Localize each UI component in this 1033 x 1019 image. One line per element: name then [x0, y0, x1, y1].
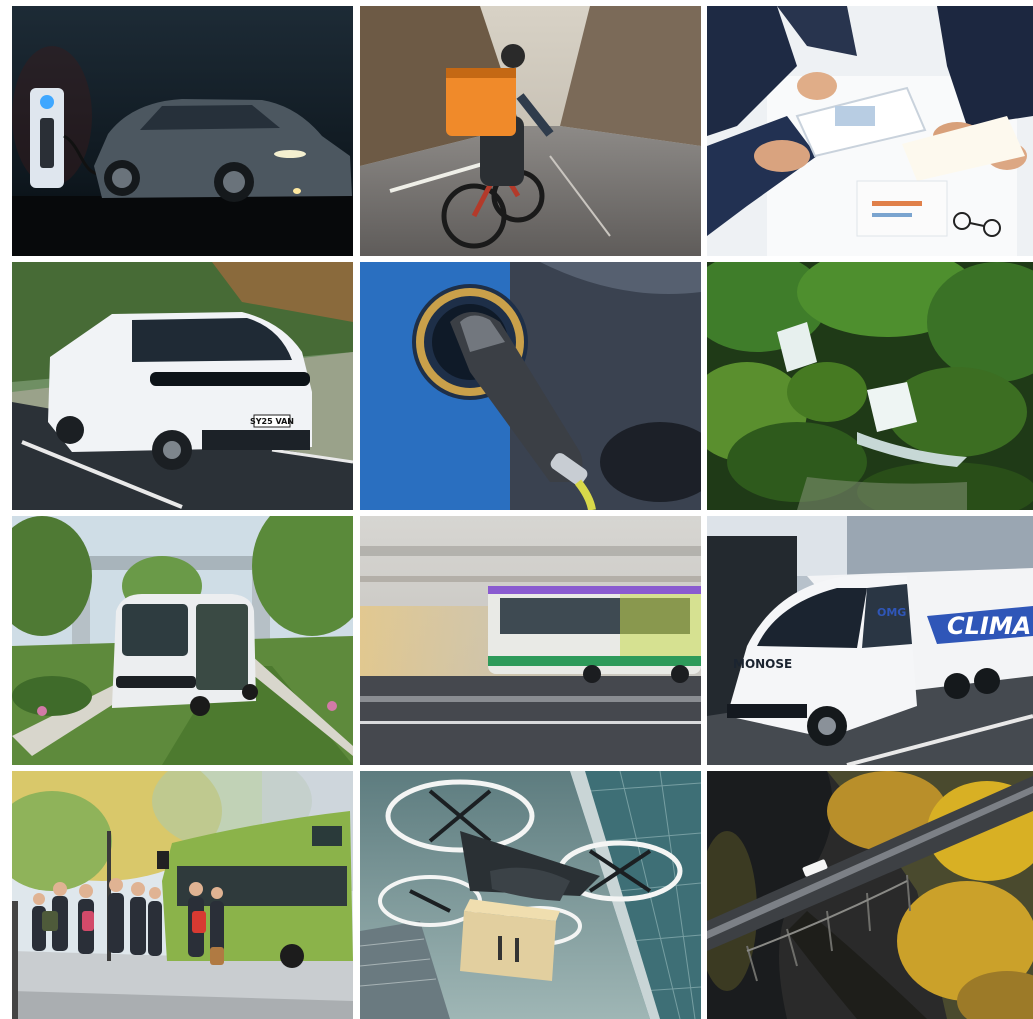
motion-blur-bus-photo	[360, 516, 701, 765]
electric-truck-photo: CLIMA OMG MONOSE	[707, 516, 1033, 765]
image-tile-electric-van: SY25 VAN	[12, 262, 353, 510]
commuters-bus-stop-photo	[12, 771, 353, 1019]
image-tile-motion-blur-bus	[360, 516, 701, 765]
business-meeting-photo	[707, 6, 1033, 256]
electric-van-photo: SY25 VAN	[12, 262, 353, 510]
autonomous-shuttle-photo	[12, 516, 353, 765]
image-tile-aerial-bridge	[707, 771, 1033, 1019]
image-tile-commuters-bus-stop	[12, 771, 353, 1019]
trailer-text: CLIMA	[947, 612, 1031, 640]
image-tile-electric-truck: CLIMA OMG MONOSE	[707, 516, 1033, 765]
image-tile-autonomous-shuttle	[12, 516, 353, 765]
image-tile-ev-charging-sedan	[12, 6, 353, 256]
image-tile-ev-charging-plug	[360, 262, 701, 510]
delivery-drone-photo	[360, 771, 701, 1019]
image-tile-business-meeting	[707, 6, 1033, 256]
image-tile-delivery-drone	[360, 771, 701, 1019]
truck-side-logo: OMG	[877, 606, 906, 619]
van-plate-text: SY25 VAN	[250, 417, 294, 426]
delivery-cyclist-photo	[360, 6, 701, 256]
image-tile-delivery-cyclist	[360, 6, 701, 256]
ev-charging-sedan-photo	[12, 6, 353, 256]
truck-cab-text: MONOSE	[733, 657, 792, 671]
forest-waterfall-photo	[707, 262, 1033, 510]
image-tile-forest-waterfall	[707, 262, 1033, 510]
aerial-bridge-photo	[707, 771, 1033, 1019]
ev-charging-plug-photo	[360, 262, 701, 510]
